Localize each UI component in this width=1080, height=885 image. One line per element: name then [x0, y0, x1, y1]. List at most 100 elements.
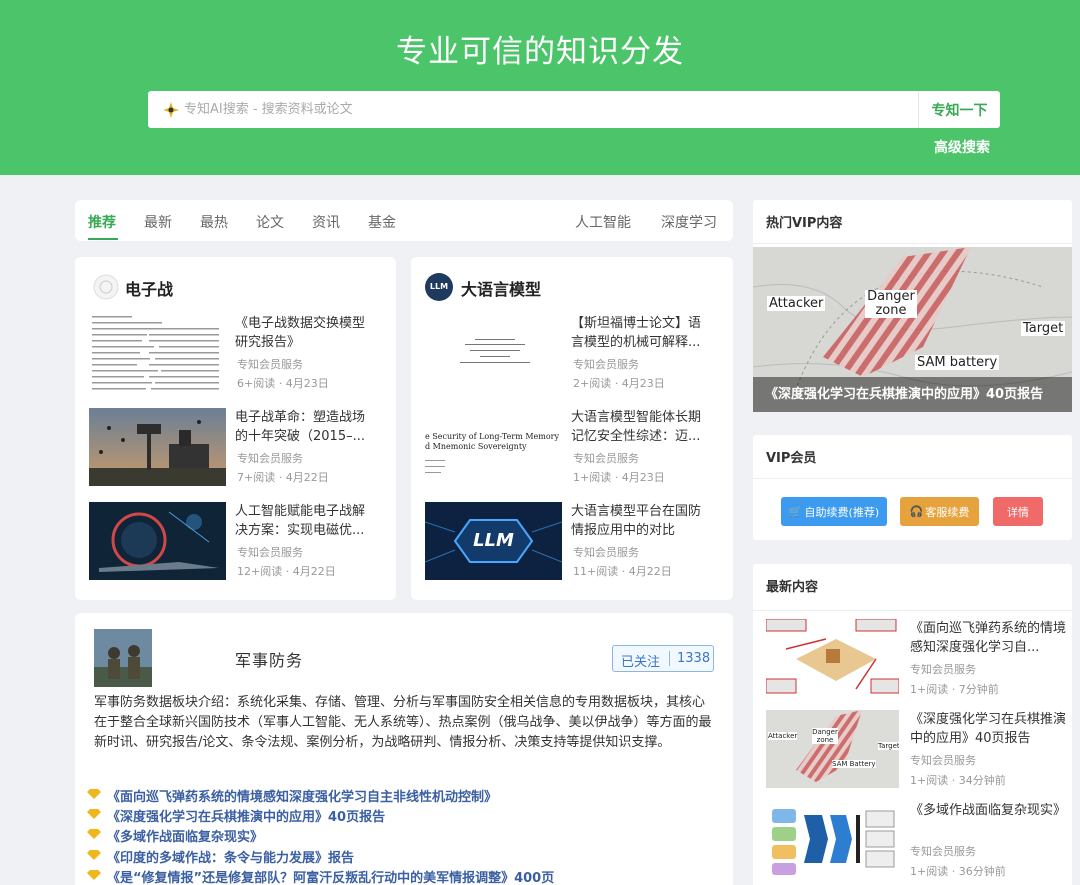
latest-card: 最新内容 《面向巡飞弹药系统的情境感知深度强化学习自... 专知会员服务 1+阅…	[753, 564, 1072, 885]
military-link[interactable]: 《深度强化学习在兵棋推演中的应用》40页报告	[87, 806, 386, 825]
map-label: Target	[1021, 321, 1066, 336]
hero-banner: 专业可信的知识分发 专知一下 高级搜索	[0, 0, 1080, 175]
map-label: SAM Battery	[832, 760, 876, 768]
article-source: 专知会员服务	[573, 452, 639, 465]
map-label: Danger zone	[865, 290, 917, 318]
latest-item[interactable]: 《面向巡飞弹药系统的情境感知深度强化学习自... 专知会员服务 1+阅读 · 7…	[766, 619, 1072, 697]
article-title[interactable]: 电子战革命：塑造战场的十年突破（2015–...	[235, 408, 377, 446]
latest-thumbnail	[766, 619, 899, 697]
article-meta: 12+阅读 · 4月22日	[237, 565, 336, 578]
cart-icon: 🛒	[788, 505, 803, 518]
tab-papers[interactable]: 论文	[256, 212, 284, 232]
follow-count: 1338	[677, 651, 711, 666]
latest-thumbnail	[766, 801, 899, 879]
article-thumbnail	[89, 314, 226, 392]
hot-vip-heading: 热门VIP内容	[766, 216, 843, 231]
link-text: 《印度的多域作战：条令与能力发展》报告	[107, 851, 355, 866]
tab-news[interactable]: 资讯	[312, 212, 340, 232]
article-item[interactable]: 《电子战数据交换模型研究报告》 专知会员服务 6+阅读 · 4月23日	[89, 314, 384, 392]
active-tab-indicator	[88, 238, 118, 240]
latest-source: 专知会员服务	[910, 754, 976, 767]
latest-title[interactable]: 《多域作战面临复杂现实》	[910, 801, 1066, 839]
article-meta: 6+阅读 · 4月23日	[237, 377, 329, 390]
tab-ai[interactable]: 人工智能	[575, 212, 631, 232]
tab-hot[interactable]: 最热	[200, 212, 228, 232]
article-item[interactable]: LLM 大语言模型平台在国防情报应用中的对比 专知会员服务 11+阅读 · 4月…	[425, 502, 720, 580]
ai-star-icon	[163, 102, 179, 118]
latest-meta: 1+阅读 · 7分钟前	[910, 683, 999, 696]
link-text: 《面向巡飞弹药系统的情境感知深度强化学习自主非线性机动控制》	[107, 790, 498, 805]
article-thumbnail	[89, 408, 226, 486]
hot-vip-caption[interactable]: 《深度强化学习在兵棋推演中的应用》40页报告	[765, 383, 1043, 402]
military-avatar	[94, 629, 152, 687]
service-renew-label: 客服续费	[925, 505, 970, 519]
article-meta: 7+阅读 · 4月22日	[237, 471, 329, 484]
follow-label: 已关注	[621, 655, 661, 670]
military-link[interactable]: 《印度的多域作战：条令与能力发展》报告	[87, 847, 355, 866]
military-link[interactable]: 《面向巡飞弹药系统的情境感知深度强化学习自主非线性机动控制》	[87, 786, 498, 805]
article-meta: 1+阅读 · 4月23日	[573, 471, 665, 484]
category-tabs: 推荐 最新 最热 论文 资讯 基金 人工智能 深度学习	[75, 200, 733, 241]
latest-meta: 1+阅读 · 34分钟前	[910, 774, 1006, 787]
topic-card-llm: LLM 大语言模型 【斯坦福博士论文】语言模型的机械可解释... 专知会员服务 …	[411, 257, 733, 600]
topic-logo-icon	[93, 274, 119, 300]
article-title[interactable]: 《电子战数据交换模型研究报告》	[235, 314, 377, 352]
article-item[interactable]: 人工智能赋能电子战解决方案：实现电磁优... 专知会员服务 12+阅读 · 4月…	[89, 502, 384, 580]
hot-vip-image[interactable]: Attacker Danger zone Target SAM battery …	[753, 247, 1072, 412]
article-thumbnail	[89, 502, 226, 580]
tab-funds[interactable]: 基金	[368, 212, 396, 232]
article-item[interactable]: 【斯坦福博士论文】语言模型的机械可解释... 专知会员服务 2+阅读 · 4月2…	[425, 314, 720, 392]
tab-recommend[interactable]: 推荐	[88, 212, 116, 232]
tab-latest[interactable]: 最新	[144, 212, 172, 232]
vip-member-card: VIP会员 🛒 自助续费(推荐) 🎧 客服续费 详情	[753, 435, 1072, 540]
search-bar: 专知一下	[148, 91, 1000, 128]
diamond-icon	[87, 850, 101, 860]
article-title[interactable]: 人工智能赋能电子战解决方案：实现电磁优...	[235, 502, 377, 540]
latest-item[interactable]: 《多域作战面临复杂现实》 专知会员服务 1+阅读 · 36分钟前	[766, 801, 1072, 879]
service-renew-button[interactable]: 🎧 客服续费	[900, 497, 979, 526]
military-link[interactable]: 《是“修复情报”还是修复部队？阿富汗反叛乱行动中的美军情报调整》400页	[87, 867, 554, 885]
map-label: Danger zone	[812, 728, 838, 744]
article-item[interactable]: 电子战革命：塑造战场的十年突破（2015–... 专知会员服务 7+阅读 · 4…	[89, 408, 384, 486]
topic-title[interactable]: 大语言模型	[461, 276, 541, 300]
search-button[interactable]: 专知一下	[918, 91, 1000, 128]
map-label: Attacker	[768, 732, 798, 740]
article-title[interactable]: 大语言模型平台在国防情报应用中的对比	[571, 502, 713, 540]
latest-heading: 最新内容	[766, 580, 819, 595]
article-item[interactable]: e Security of Long-Term Memory d Mnemoni…	[425, 408, 720, 486]
follow-button[interactable]: 已关注 1338	[612, 645, 714, 672]
map-label: Target	[878, 742, 899, 750]
details-button[interactable]: 详情	[993, 497, 1043, 526]
latest-item[interactable]: Attacker Danger zone Target SAM Battery …	[766, 710, 1072, 788]
advanced-search-link[interactable]: 高级搜索	[934, 137, 990, 157]
map-label: Attacker	[767, 296, 826, 311]
self-renew-button[interactable]: 🛒 自助续费(推荐)	[781, 497, 887, 526]
latest-title[interactable]: 《深度强化学习在兵棋推演中的应用》40页报告	[910, 710, 1066, 748]
article-thumbnail: e Security of Long-Term Memory d Mnemoni…	[425, 408, 562, 486]
diamond-icon	[87, 789, 101, 799]
latest-source: 专知会员服务	[910, 845, 976, 858]
topic-card-ew: 电子战 《电子战数据交换模型研究报告》 专知会员服务 6+阅读 · 4月23日 …	[75, 257, 396, 600]
article-source: 专知会员服务	[237, 452, 303, 465]
map-label: SAM battery	[915, 355, 1000, 370]
diamond-icon	[87, 829, 101, 839]
link-text: 《深度强化学习在兵棋推演中的应用》40页报告	[107, 810, 386, 825]
article-thumbnail: LLM	[425, 502, 562, 580]
topic-title[interactable]: 电子战	[125, 276, 173, 300]
latest-meta: 1+阅读 · 36分钟前	[910, 865, 1006, 878]
article-source: 专知会员服务	[237, 546, 303, 559]
article-source: 专知会员服务	[237, 358, 303, 371]
llm-logo-icon: LLM	[425, 273, 453, 301]
hero-title: 专业可信的知识分发	[396, 34, 684, 70]
military-title[interactable]: 军事防务	[235, 647, 303, 671]
latest-title[interactable]: 《面向巡飞弹药系统的情境感知深度强化学习自...	[910, 619, 1066, 657]
military-description: 军事防务数据板块介绍：系统化采集、存储、管理、分析与军事国防安全相关信息的专用数…	[94, 695, 712, 750]
link-text: 《多域作战面临复杂现实》	[107, 830, 264, 845]
article-title[interactable]: 【斯坦福博士论文】语言模型的机械可解释...	[571, 314, 713, 352]
vip-heading: VIP会员	[766, 451, 817, 466]
tab-deep-learning[interactable]: 深度学习	[661, 212, 717, 232]
military-card: 军事防务 已关注 1338 军事防务数据板块介绍：系统化采集、存储、管理、分析与…	[75, 613, 733, 885]
article-title[interactable]: 大语言模型智能体长期记忆安全性综述：迈...	[571, 408, 713, 446]
search-input[interactable]	[184, 91, 914, 128]
military-link[interactable]: 《多域作战面临复杂现实》	[87, 826, 264, 845]
